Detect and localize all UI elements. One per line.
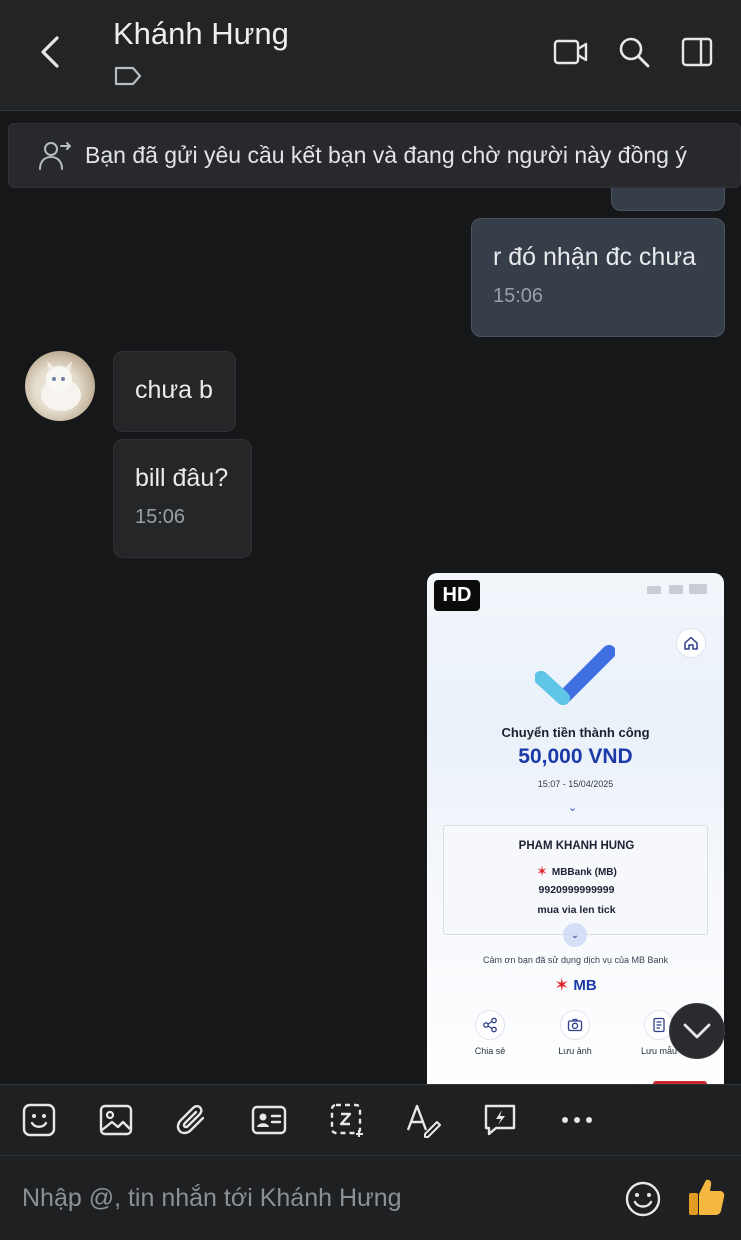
- contact-card-icon: [251, 1105, 287, 1135]
- recipient-bank: ✶ MBBank (MB): [536, 863, 617, 879]
- double-chevron-down-icon: ⌄: [568, 802, 578, 814]
- message-composer: [0, 1156, 741, 1240]
- message-bubble-mine[interactable]: r đó nhận đc chưa 15:06: [471, 218, 725, 337]
- receipt-share-action: Chia sẻ: [460, 1010, 520, 1056]
- chevron-down-icon: [683, 1023, 711, 1039]
- recipient-name: PHAM KHANH HUNG: [518, 840, 635, 852]
- composer-toolbar: [0, 1084, 741, 1156]
- chat-header: Khánh Hưng: [0, 0, 741, 111]
- chevron-left-icon: [41, 36, 59, 68]
- sidebar-toggle-button[interactable]: [678, 33, 716, 71]
- video-call-button[interactable]: [552, 33, 590, 71]
- search-icon: [619, 37, 650, 68]
- transfer-amount: 50,000 VND: [518, 745, 633, 768]
- screenshot-button[interactable]: [329, 1102, 365, 1138]
- sidebar-panel-icon: [681, 37, 713, 67]
- message-time: 15:06: [493, 285, 544, 307]
- emoji-button[interactable]: [624, 1180, 662, 1218]
- transfer-note: mua via len tick: [537, 904, 616, 916]
- avatar[interactable]: [25, 351, 95, 421]
- thumbs-up-icon: [689, 1179, 725, 1215]
- like-button[interactable]: [686, 1176, 726, 1218]
- share-icon: [483, 1017, 497, 1033]
- image-icon: [99, 1104, 133, 1136]
- smiley-icon: [625, 1181, 661, 1217]
- mb-star-icon: ✶: [554, 975, 570, 995]
- screen-capture-icon: [330, 1103, 363, 1137]
- message-text: r đó nhận đc chưa: [493, 243, 696, 271]
- success-check-icon: [535, 645, 615, 705]
- video-camera-icon: [553, 39, 588, 65]
- text-format-icon: [406, 1104, 441, 1138]
- add-friend-pending-icon: [39, 141, 71, 170]
- message-time: 15:06: [135, 506, 186, 528]
- text-format-button[interactable]: [405, 1102, 441, 1138]
- more-options-button[interactable]: [559, 1102, 595, 1138]
- message-text: bill đâu?: [135, 464, 229, 492]
- image-message[interactable]: HD Chuyển tiền thành công 50,000 VND 15:…: [427, 573, 724, 1084]
- paperclip-icon: [176, 1105, 205, 1135]
- lightning-chat-icon: [484, 1104, 516, 1136]
- message-bubble-theirs[interactable]: chưa b: [113, 351, 236, 432]
- mb-star-icon: ✶: [536, 863, 548, 879]
- more-dots-icon: [562, 1117, 592, 1123]
- sticker-button[interactable]: [21, 1102, 57, 1138]
- receipt-save-image-action: Lưu ảnh: [545, 1010, 605, 1056]
- receipt-card: PHAM KHANH HUNG ✶ MBBank (MB) 99209999999…: [443, 825, 708, 935]
- message-bubble-theirs[interactable]: bill đâu? 15:06: [113, 439, 252, 558]
- scroll-to-bottom-button[interactable]: [669, 1003, 725, 1059]
- contact-name[interactable]: Khánh Hưng: [113, 16, 289, 52]
- back-button[interactable]: [30, 30, 70, 74]
- document-icon: [653, 1017, 665, 1033]
- message-input[interactable]: [0, 1156, 600, 1240]
- camera-icon: [567, 1018, 583, 1032]
- attach-file-button[interactable]: [174, 1102, 210, 1138]
- expand-chevron-icon: ⌄: [563, 923, 587, 947]
- quick-message-button[interactable]: [482, 1102, 518, 1138]
- send-image-button[interactable]: [98, 1102, 134, 1138]
- transfer-datetime: 15:07 - 15/04/2025: [537, 779, 614, 789]
- hd-badge: HD: [434, 580, 480, 611]
- home-icon: [676, 628, 706, 658]
- message-text: chưa b: [135, 376, 213, 404]
- search-button[interactable]: [615, 33, 653, 71]
- thanks-text: Cảm ơn bạn đã sử dụng dịch vụ của MB Ban…: [482, 955, 669, 965]
- message-list[interactable]: r đó nhận đc chưa 15:06 chưa b bill đâu?…: [0, 112, 741, 1084]
- recipient-account: 9920999999999: [538, 884, 615, 896]
- sticker-icon: [22, 1103, 56, 1137]
- friend-request-banner: Bạn đã gửi yêu cầu kết bạn và đang chờ n…: [8, 123, 741, 188]
- friend-request-text: Bạn đã gửi yêu cầu kết bạn và đang chờ n…: [85, 142, 687, 168]
- mb-logo: ✶ MB: [554, 975, 597, 995]
- transfer-status: Chuyển tiền thành công: [501, 725, 650, 740]
- tag-icon[interactable]: [113, 64, 145, 92]
- send-contact-card-button[interactable]: [251, 1102, 287, 1138]
